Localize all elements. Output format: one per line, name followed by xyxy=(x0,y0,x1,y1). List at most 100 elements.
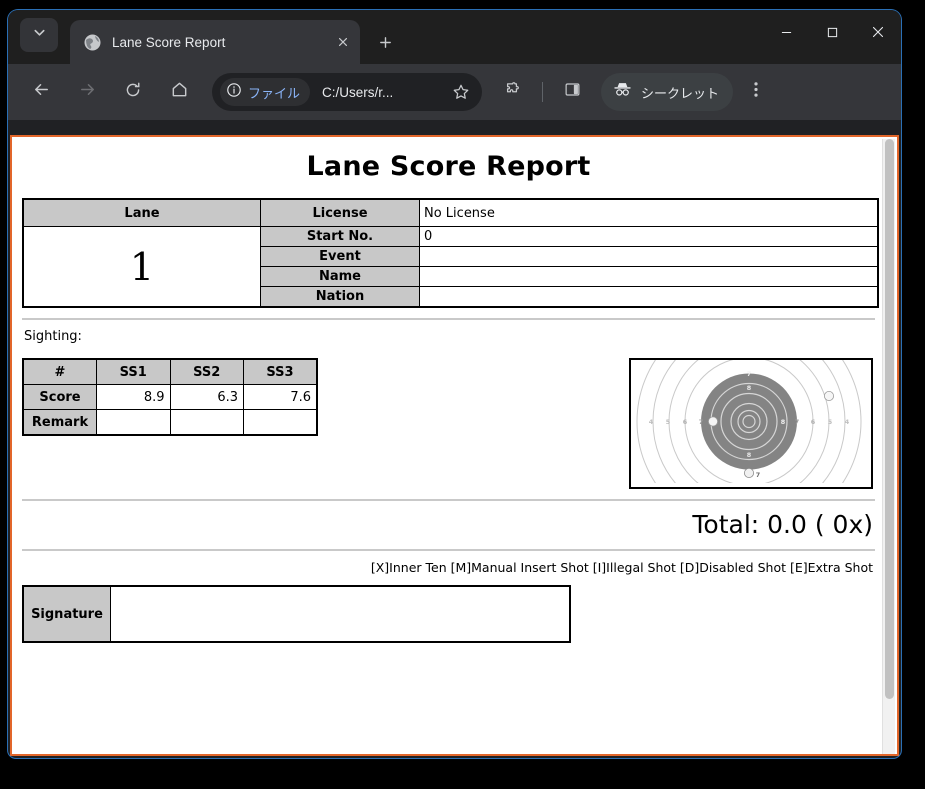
lane-header-cell: Lane xyxy=(22,198,261,227)
extensions-button[interactable] xyxy=(495,74,531,110)
table-row: Score 8.9 6.3 7.6 xyxy=(22,384,318,410)
address-bar-url: C:/Users/r... xyxy=(322,84,394,100)
ring-label-4-left: 4 xyxy=(649,418,654,426)
sighting-remark-ss1 xyxy=(96,409,171,436)
field-value-nation xyxy=(419,286,879,308)
page-viewport: Lane Score Report Lane License No Licens… xyxy=(10,135,899,756)
page-scrollbar[interactable] xyxy=(882,139,895,754)
browser-toolbar: ファイル C:/Users/r... シークレット xyxy=(8,64,901,120)
maximize-button[interactable] xyxy=(809,10,855,54)
sighting-col-ss3: SS3 xyxy=(243,358,318,385)
toolbar-divider xyxy=(542,82,543,102)
ring-label-8-bottom: 8 xyxy=(747,451,752,459)
signature-input-area[interactable] xyxy=(110,585,571,643)
reload-button[interactable] xyxy=(115,74,151,110)
table-row: Signature xyxy=(22,585,571,643)
sighting-label: Sighting: xyxy=(24,329,82,344)
shot-marker xyxy=(744,468,755,479)
ring-label-7-right: 7 xyxy=(795,418,799,426)
forward-arrow-icon xyxy=(78,80,97,104)
close-icon[interactable] xyxy=(332,31,354,53)
star-icon[interactable] xyxy=(446,77,476,107)
field-value-event xyxy=(419,246,879,267)
browser-tab[interactable]: Lane Score Report xyxy=(70,20,360,64)
sighting-col-hash: # xyxy=(22,358,97,385)
window-controls xyxy=(763,10,901,54)
sighting-score-table: # SS1 SS2 SS3 Score 8.9 6.3 7.6 Remark xyxy=(22,358,318,436)
sighting-row-label-score: Score xyxy=(22,384,97,410)
lane-info-table: Lane License No License 1 Start No. 0 Ev… xyxy=(22,198,879,308)
field-label-event: Event xyxy=(260,246,420,267)
ring-label-8-top: 8 xyxy=(747,384,752,392)
sighting-section: # SS1 SS2 SS3 Score 8.9 6.3 7.6 Remark 4… xyxy=(22,309,875,534)
ring-label-6-left: 6 xyxy=(683,418,688,426)
field-value-license: No License xyxy=(419,198,879,227)
table-row: Lane License No License xyxy=(22,198,879,227)
three-dot-menu-icon xyxy=(754,81,758,103)
tab-title: Lane Score Report xyxy=(112,34,226,50)
side-panel-icon xyxy=(564,81,581,103)
shot-marker xyxy=(708,416,719,427)
section-divider xyxy=(22,549,875,551)
ring-label-6-right: 6 xyxy=(811,418,816,426)
shot-marker xyxy=(823,390,834,401)
home-icon xyxy=(170,80,189,104)
page-title: Lane Score Report xyxy=(306,151,591,182)
shooting-target-graphic: 4 5 6 7 4 5 6 7 7 8 8 7 8 xyxy=(629,309,873,534)
legend-text: [X]Inner Ten [M]Manual Insert Shot [I]Il… xyxy=(370,560,873,575)
forward-button[interactable] xyxy=(69,74,105,110)
sighting-score-ss1: 8.9 xyxy=(96,384,171,410)
side-panel-button[interactable] xyxy=(554,74,590,110)
ring-label-7-top: 7 xyxy=(747,370,751,378)
page-content: Lane Score Report Lane License No Licens… xyxy=(12,137,885,754)
globe-icon xyxy=(84,34,101,51)
table-row: Remark xyxy=(22,409,318,436)
table-header-row: # SS1 SS2 SS3 xyxy=(22,358,318,385)
tab-search-button[interactable] xyxy=(20,18,58,52)
ring-label-8-right: 8 xyxy=(781,418,786,426)
sighting-row-label-remark: Remark xyxy=(22,409,97,436)
section-divider xyxy=(22,499,875,501)
back-button[interactable] xyxy=(23,74,59,110)
chevron-down-icon xyxy=(32,25,47,45)
sighting-remark-ss3 xyxy=(243,409,318,436)
file-scheme-chip[interactable]: ファイル xyxy=(220,78,311,106)
field-value-name xyxy=(419,266,879,287)
field-value-start-no: 0 xyxy=(419,226,879,247)
sighting-col-ss2: SS2 xyxy=(169,358,244,385)
ring-label-5-right: 5 xyxy=(828,418,832,426)
ring-label-4-right: 4 xyxy=(845,418,850,426)
field-label-license: License xyxy=(260,198,420,227)
minimize-button[interactable] xyxy=(763,10,809,54)
ring-label-5-left: 5 xyxy=(666,418,670,426)
section-divider xyxy=(22,318,875,320)
sighting-col-ss1: SS1 xyxy=(96,358,171,385)
new-tab-button[interactable] xyxy=(370,27,400,57)
page-scrollbar-thumb[interactable] xyxy=(885,139,894,699)
tab-strip: Lane Score Report xyxy=(8,10,901,64)
lane-number-cell: 1 xyxy=(22,226,261,308)
incognito-label: シークレット xyxy=(641,85,720,101)
table-row: 1 Start No. 0 xyxy=(22,226,879,308)
home-button[interactable] xyxy=(161,74,197,110)
close-window-button[interactable] xyxy=(855,10,901,54)
signature-table: Signature xyxy=(22,585,571,643)
file-scheme-label: ファイル xyxy=(248,85,301,101)
address-bar[interactable]: ファイル C:/Users/r... xyxy=(212,73,482,111)
sighting-score-ss3: 7.6 xyxy=(243,384,318,410)
ring-label-7-left: 7 xyxy=(699,418,703,426)
field-label-start-no: Start No. xyxy=(260,226,420,247)
incognito-indicator[interactable]: シークレット xyxy=(601,73,734,111)
ring-label-7-bottom: 7 xyxy=(756,471,760,479)
back-arrow-icon xyxy=(32,80,51,104)
puzzle-piece-icon xyxy=(504,81,522,104)
signature-label: Signature xyxy=(22,585,111,643)
browser-window: Lane Score Report ファイル C:/Users/r... シーク… xyxy=(8,10,901,758)
incognito-hat-icon xyxy=(612,81,633,103)
field-label-nation: Nation xyxy=(260,286,420,308)
target-svg: 4 5 6 7 4 5 6 7 7 8 8 7 8 xyxy=(631,309,867,534)
field-label-name: Name xyxy=(260,266,420,287)
browser-menu-button[interactable] xyxy=(738,74,774,110)
reload-icon xyxy=(124,81,142,104)
info-circle-icon xyxy=(226,82,242,103)
